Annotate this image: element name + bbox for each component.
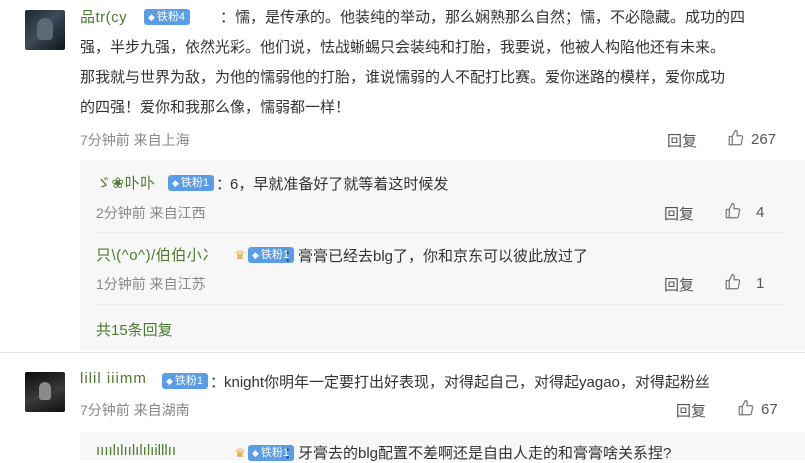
diamond-icon: ◆ — [166, 376, 173, 386]
reply-text: 膏膏已经去blg了，你和京东可以彼此放过了 — [298, 248, 589, 265]
reply-meta: 2分钟前 来自江西 — [96, 205, 206, 221]
diamond-icon: ◆ — [252, 250, 259, 260]
like-button[interactable]: 1 — [724, 273, 764, 292]
reply-button[interactable]: 回复 — [664, 274, 694, 295]
comment-text-line: 强，半步九强，依然光彩。他们说，怯战蜥蜴只会装纯和打胎，我要说，他被人构陷他还有… — [80, 39, 726, 56]
badge-label: 铁粉1 — [180, 177, 210, 189]
diamond-icon: ◆ — [172, 178, 179, 188]
like-count: 1 — [756, 275, 765, 292]
avatar[interactable] — [25, 372, 65, 412]
comment-meta: 7分钟前 来自上海 — [80, 132, 190, 148]
comment-meta: 7分钟前 来自湖南 — [80, 402, 190, 418]
reply-button[interactable]: 回复 — [667, 130, 697, 151]
divider — [96, 232, 786, 233]
fan-badge[interactable]: ◆ 铁粉1 — [162, 373, 209, 389]
diamond-icon: ◆ — [252, 448, 259, 458]
reply-text: 6，早就准备好了就等着这时候发 — [230, 176, 449, 193]
thumbs-up-icon — [725, 202, 741, 219]
comment-text: ：懦，是传承的。他装纯的举动，那么娴熟那么自然；懦，不必隐藏。成功的四 — [220, 3, 745, 33]
badge-label: 铁粉4 — [156, 11, 186, 23]
separator: ： — [210, 374, 226, 391]
reply-username[interactable]: 只\(^o^)/伯伯小冫 — [96, 244, 218, 265]
like-count: 267 — [751, 131, 777, 148]
thumbs-up-icon — [725, 273, 741, 290]
username[interactable]: 品tr(cy — [80, 6, 127, 27]
divider — [96, 304, 786, 305]
comment-text: knight你明年一定要打出好表现，对得起自己，对得起yagao，对得起粉丝 — [224, 374, 710, 391]
thumbs-up-icon — [728, 129, 744, 146]
like-button[interactable]: 4 — [724, 202, 764, 221]
username[interactable]: lilil iiimm — [80, 370, 147, 387]
separator: ： — [216, 176, 232, 193]
like-count: 4 — [756, 204, 765, 221]
reply-button[interactable]: 回复 — [676, 400, 706, 421]
thumbs-up-icon — [738, 399, 754, 416]
comment-line: ：懦，是传承的。他装纯的举动，那么娴熟那么自然；懦，不必隐藏。成功的四 — [220, 9, 746, 26]
like-button[interactable]: 67 — [737, 399, 778, 418]
like-count: 67 — [761, 401, 778, 418]
reply-username[interactable]: ıııılılıılılılıilllıı — [96, 442, 176, 459]
comment-text-line: 那我就与世界为敌，为他的懦弱他的打胎，谁说懦弱的人不配打比赛。爱你迷路的模样，爱… — [80, 69, 726, 86]
fan-badge[interactable]: ◆ 铁粉1 — [168, 175, 215, 191]
reply-meta: 1分钟前 来自江苏 — [96, 276, 206, 292]
diamond-icon: ◆ — [148, 12, 155, 22]
crown-icon: ♛ — [234, 248, 246, 262]
crown-icon: ♛ — [234, 446, 246, 460]
fan-badge[interactable]: ◆ 铁粉4 — [144, 9, 191, 25]
reply-username[interactable]: ゞ❀卟卟 — [96, 172, 156, 193]
comment-text-line: 的四强！爱你和我那么像，懦弱都一样！ — [80, 99, 351, 116]
badge-label: 铁粉1 — [174, 375, 204, 387]
reply-button[interactable]: 回复 — [664, 203, 694, 224]
separator: ： — [284, 248, 300, 265]
like-button[interactable]: 267 — [727, 129, 776, 148]
avatar[interactable] — [25, 10, 65, 50]
comment-divider — [0, 352, 805, 353]
view-all-replies-link[interactable]: 共15条回复 — [96, 319, 173, 340]
